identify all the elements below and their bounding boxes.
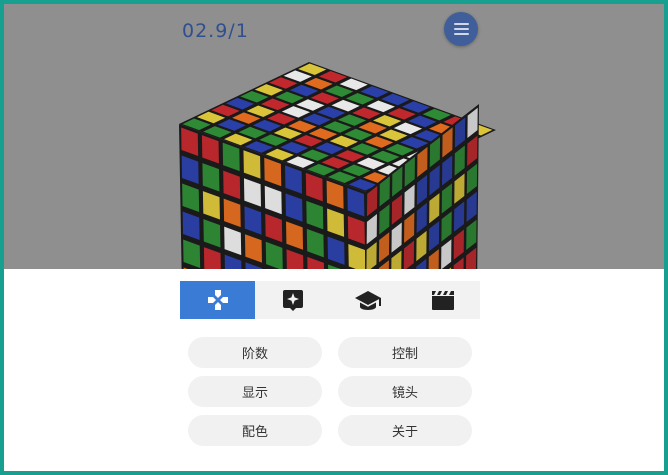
tab-bar xyxy=(180,281,480,319)
settings-buttons: 阶数 控制 显示 镜头 配色 关于 xyxy=(188,337,472,446)
camera-button[interactable]: 镜头 xyxy=(338,376,472,407)
graduation-cap-icon xyxy=(354,291,381,310)
rubiks-cube-9x9[interactable] xyxy=(4,4,664,269)
app-window: 02.9/1 阶数 控制 显示 镜头 配色 关于 xyxy=(4,4,664,471)
order-button[interactable]: 阶数 xyxy=(188,337,322,368)
menu-button[interactable] xyxy=(444,12,478,46)
move-counter: 02.9/1 xyxy=(182,20,249,42)
tab-play[interactable] xyxy=(180,281,255,319)
about-button[interactable]: 关于 xyxy=(338,415,472,446)
display-button[interactable]: 显示 xyxy=(188,376,322,407)
gamepad-icon xyxy=(207,290,228,310)
sparkle-icon xyxy=(282,290,303,311)
color-scheme-button[interactable]: 配色 xyxy=(188,415,322,446)
clapperboard-icon xyxy=(431,291,454,310)
tab-learn[interactable] xyxy=(330,281,405,319)
cube-viewport[interactable]: 02.9/1 xyxy=(4,4,664,269)
tab-record[interactable] xyxy=(405,281,480,319)
bottom-panel: 阶数 控制 显示 镜头 配色 关于 xyxy=(4,269,664,471)
tab-tips[interactable] xyxy=(255,281,330,319)
control-button[interactable]: 控制 xyxy=(338,337,472,368)
hamburger-menu-icon xyxy=(453,23,469,25)
